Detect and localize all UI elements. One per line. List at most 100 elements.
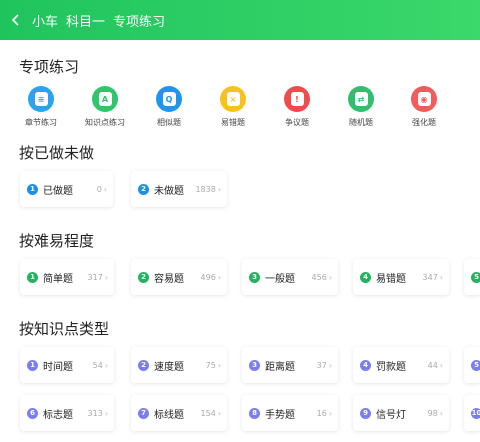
chevron-right-icon: › <box>217 408 221 418</box>
practice-error-prone[interactable]: × 易错题 <box>203 86 263 128</box>
reinforce-icon: ◉ <box>411 86 437 112</box>
dispute-icon: ! <box>284 86 310 112</box>
card-difficulty-4[interactable]: 4 易错题 347 › <box>353 259 449 295</box>
number-badge: 1 <box>27 183 38 195</box>
card-knowledge-7[interactable]: 7 标线题 154 › <box>131 395 227 431</box>
chevron-right-icon: › <box>104 360 108 370</box>
card-count: 44 <box>427 360 438 370</box>
similar-icon: Q <box>156 86 182 112</box>
chevron-right-icon: › <box>217 360 221 370</box>
card-count: 313 <box>87 408 103 418</box>
card-knowledge-1[interactable]: 1 时间题 54 › <box>20 347 114 383</box>
number-badge: 6 <box>27 407 38 419</box>
number-badge: 4 <box>360 359 371 371</box>
practice-icon-row: ≡ 章节练习 A 知识点练习 Q 相似题 × 易错题 ! 争议题 ⇄ 随机题 ◉… <box>0 86 480 136</box>
number-badge: 3 <box>249 359 260 371</box>
card-knowledge-9[interactable]: 9 信号灯 98 › <box>353 395 449 431</box>
chevron-right-icon: › <box>328 272 332 282</box>
card-count: 154 <box>200 408 216 418</box>
practice-label: 知识点练习 <box>85 118 125 127</box>
card-undone[interactable]: 2 未做题 1838 › <box>131 171 227 207</box>
number-badge: 10 <box>471 407 480 419</box>
practice-label: 相似题 <box>157 118 181 127</box>
chevron-right-icon: › <box>103 184 107 194</box>
card-label: 信号灯 <box>376 409 406 421</box>
main-content: 专项练习 ≡ 章节练习 A 知识点练习 Q 相似题 × 易错题 ! 争议题 ⇄ … <box>0 40 480 442</box>
number-badge: 1 <box>27 359 38 371</box>
card-count: 98 <box>427 408 438 418</box>
card-done[interactable]: 1 已做题 0 › <box>20 171 113 207</box>
practice-reinforce[interactable]: ◉ 强化题 <box>394 86 454 128</box>
card-knowledge-3[interactable]: 3 距离题 37 › <box>242 347 338 383</box>
chevron-right-icon: › <box>328 408 332 418</box>
number-badge: 5 <box>471 359 480 371</box>
card-label: 未做题 <box>154 185 184 197</box>
practice-knowledge[interactable]: A 知识点练习 <box>75 86 135 128</box>
breadcrumb-subject[interactable]: 科目一 <box>66 11 105 30</box>
chevron-right-icon: › <box>217 272 221 282</box>
practice-dispute[interactable]: ! 争议题 <box>267 86 327 128</box>
card-count: 317 <box>87 272 103 282</box>
practice-label: 强化题 <box>412 118 436 127</box>
card-knowledge-6[interactable]: 6 标志题 313 › <box>20 395 114 431</box>
chevron-right-icon: › <box>439 408 443 418</box>
practice-label: 易错题 <box>221 118 245 127</box>
number-badge: 8 <box>249 407 260 419</box>
card-knowledge-2[interactable]: 2 速度题 75 › <box>131 347 227 383</box>
card-count: 16 <box>316 408 327 418</box>
card-count: 75 <box>205 360 216 370</box>
number-badge: 3 <box>249 271 260 283</box>
card-label: 标志题 <box>43 409 73 421</box>
number-badge: 4 <box>360 271 371 283</box>
section-title-difficulty: 按难易程度 <box>19 232 95 250</box>
card-knowledge-8[interactable]: 8 手势题 16 › <box>242 395 338 431</box>
chevron-right-icon: › <box>439 360 443 370</box>
random-icon: ⇄ <box>348 86 374 112</box>
breadcrumb-page: 专项练习 <box>113 14 166 30</box>
practice-random[interactable]: ⇄ 随机题 <box>331 86 391 128</box>
number-badge: 9 <box>360 407 371 419</box>
top-bar: 小车 科目一 专项练习 <box>0 0 480 40</box>
card-label: 容易题 <box>154 273 184 285</box>
card-label: 简单题 <box>43 273 73 285</box>
section-title-done: 按已做未做 <box>19 144 95 162</box>
chevron-right-icon: › <box>328 360 332 370</box>
practice-chapter[interactable]: ≡ 章节练习 <box>11 86 71 128</box>
card-label: 已做题 <box>43 185 73 197</box>
card-knowledge-5[interactable]: 5 <box>464 347 480 383</box>
number-badge: 2 <box>138 271 149 283</box>
chapter-icon: ≡ <box>28 86 54 112</box>
card-label: 手势题 <box>265 409 295 421</box>
back-button[interactable] <box>10 0 26 40</box>
chevron-left-icon <box>11 14 19 26</box>
card-knowledge-4[interactable]: 4 罚款题 44 › <box>353 347 449 383</box>
card-label: 一般题 <box>265 273 295 285</box>
card-difficulty-2[interactable]: 2 容易题 496 › <box>131 259 227 295</box>
card-difficulty-3[interactable]: 3 一般题 456 › <box>242 259 338 295</box>
card-knowledge-10[interactable]: 10 <box>464 395 480 431</box>
number-badge: 5 <box>471 271 480 283</box>
card-count: 0 <box>96 184 102 194</box>
card-count: 347 <box>422 272 438 282</box>
card-difficulty-1[interactable]: 1 简单题 317 › <box>20 259 114 295</box>
chevron-right-icon: › <box>104 408 108 418</box>
card-label: 时间题 <box>43 361 73 373</box>
section-title-practice: 专项练习 <box>19 58 80 76</box>
card-difficulty-5[interactable]: 5 <box>464 259 480 295</box>
error-prone-icon: × <box>220 86 246 112</box>
knowledge-icon: A <box>92 86 118 112</box>
card-label: 速度题 <box>154 361 184 373</box>
breadcrumb-vehicle[interactable]: 小车 <box>32 11 58 30</box>
card-count: 456 <box>311 272 327 282</box>
practice-label: 随机题 <box>349 118 373 127</box>
card-count: 37 <box>316 360 327 370</box>
card-label: 距离题 <box>265 361 295 373</box>
number-badge: 1 <box>27 271 38 283</box>
practice-label: 章节练习 <box>25 118 57 127</box>
practice-similar[interactable]: Q 相似题 <box>139 86 199 128</box>
chevron-right-icon: › <box>439 272 443 282</box>
card-label: 标线题 <box>154 409 184 421</box>
card-label: 罚款题 <box>376 361 406 373</box>
card-count: 54 <box>92 360 103 370</box>
card-label: 易错题 <box>376 273 406 285</box>
